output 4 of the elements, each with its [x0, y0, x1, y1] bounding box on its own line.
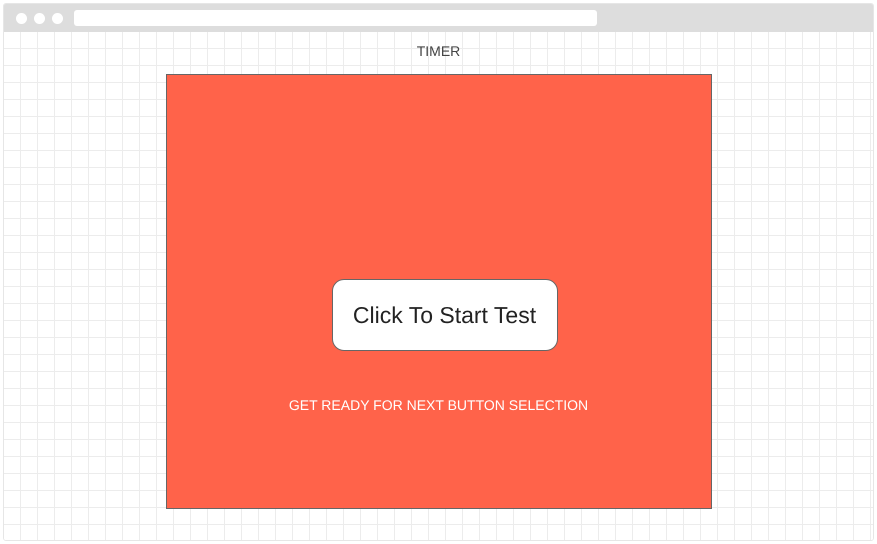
- start-test-button[interactable]: Click To Start Test: [332, 279, 558, 351]
- address-bar[interactable]: [74, 10, 597, 26]
- timer-label: TIMER: [416, 43, 460, 59]
- ready-message: GET READY FOR NEXT BUTTON SELECTION: [288, 397, 588, 413]
